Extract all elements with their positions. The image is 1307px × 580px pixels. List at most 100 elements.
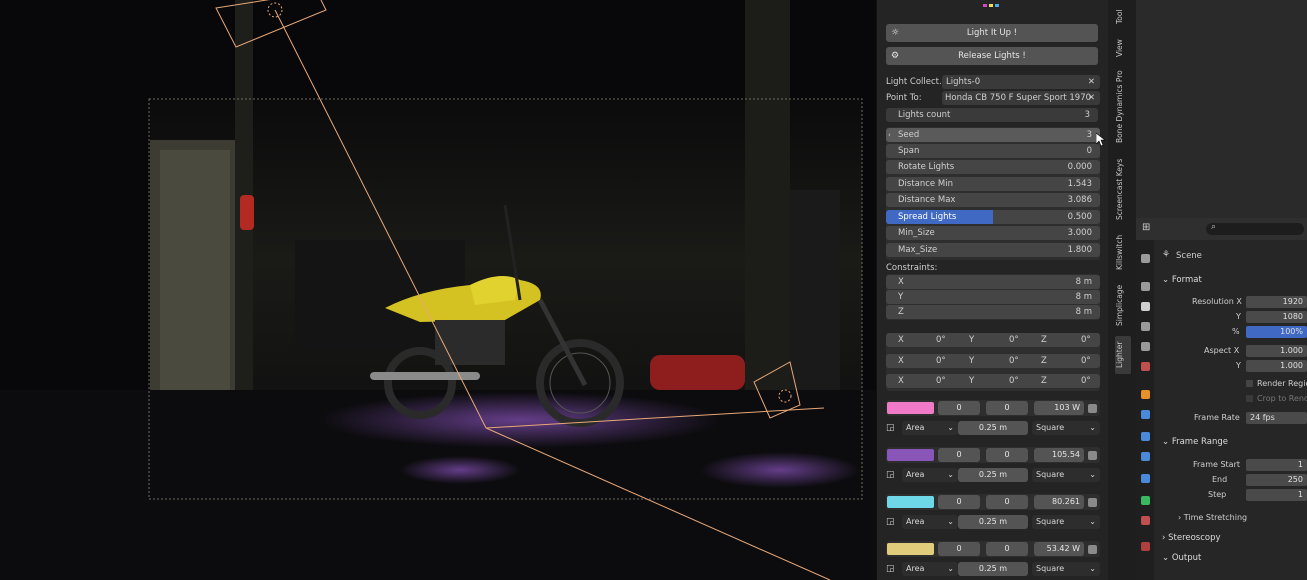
- crop-to-render-checkbox[interactable]: [1246, 395, 1253, 402]
- tab-tool[interactable]: Tool: [1115, 4, 1131, 30]
- rotation-row[interactable]: X 0° Y 0° Z 0°: [886, 374, 1100, 388]
- light-value-b[interactable]: 0: [986, 401, 1028, 415]
- lights-count-field[interactable]: Lights count 3: [886, 108, 1098, 122]
- monitor-icon[interactable]: [1088, 451, 1097, 460]
- light-shape-dropdown[interactable]: Square ⌄: [1032, 421, 1100, 435]
- light-size[interactable]: 0.25 m: [958, 468, 1028, 482]
- tab-screencast-keys[interactable]: Screencast Keys: [1115, 154, 1131, 224]
- span-field[interactable]: Span 0: [886, 144, 1100, 158]
- view-layer-icon[interactable]: [1141, 322, 1150, 331]
- render-region-label: Render Region: [1257, 379, 1307, 388]
- light-type-dropdown[interactable]: Area ⌄: [902, 468, 958, 482]
- light-shape-dropdown[interactable]: Square ⌄: [1032, 468, 1100, 482]
- light-value-a[interactable]: 0: [938, 448, 980, 462]
- object-icon[interactable]: [1141, 390, 1150, 399]
- light-type-dropdown[interactable]: Area ⌄: [902, 421, 958, 435]
- resolution-y-field[interactable]: 1080: [1246, 311, 1307, 323]
- light-value-b[interactable]: 0: [986, 542, 1028, 556]
- format-panel-header[interactable]: ⌄ Format: [1162, 275, 1202, 285]
- frame-end-field[interactable]: 250: [1246, 474, 1307, 486]
- distance-max-field[interactable]: Distance Max 3.086: [886, 193, 1100, 207]
- output-icon[interactable]: [1141, 302, 1150, 311]
- light-value-b[interactable]: 0: [986, 448, 1028, 462]
- world-icon[interactable]: [1141, 362, 1150, 371]
- rotation-row[interactable]: X 0° Y 0° Z 0°: [886, 354, 1100, 368]
- light-type-dropdown[interactable]: Area ⌄: [902, 562, 958, 576]
- seed-field[interactable]: ‹ Seed 3: [886, 128, 1100, 142]
- frame-range-panel-header[interactable]: ⌄ Frame Range: [1162, 437, 1228, 447]
- light-value-a[interactable]: 0: [938, 495, 980, 509]
- clear-icon[interactable]: ✕: [1088, 75, 1095, 89]
- monitor-icon[interactable]: [1088, 404, 1097, 413]
- particles-icon[interactable]: [1141, 432, 1150, 441]
- frame-start-field[interactable]: 1: [1246, 459, 1307, 471]
- light-power[interactable]: 53.42 W: [1034, 542, 1084, 556]
- resolution-x-field[interactable]: 1920: [1246, 296, 1307, 308]
- aspect-y-field[interactable]: 1.000: [1246, 360, 1307, 372]
- tab-simplicage[interactable]: Simplicage: [1115, 280, 1131, 330]
- light-power[interactable]: 105.54: [1034, 448, 1084, 462]
- constraint-z-field[interactable]: Z 8 m: [886, 305, 1100, 319]
- light-it-up-button[interactable]: ☼ Light It Up !: [886, 24, 1098, 42]
- material-icon[interactable]: [1141, 516, 1150, 525]
- light-color-swatch[interactable]: [887, 496, 934, 508]
- modifier-icon[interactable]: [1141, 410, 1150, 419]
- constraint-x-field[interactable]: X 8 m: [886, 275, 1100, 289]
- rotation-row[interactable]: X 0° Y 0° Z 0°: [886, 333, 1100, 347]
- light-value-a[interactable]: 0: [938, 401, 980, 415]
- light-shape: Square: [1036, 423, 1065, 432]
- chevron-left-icon[interactable]: ‹: [888, 128, 891, 142]
- tab-lighter[interactable]: Lighter: [1115, 336, 1131, 374]
- light-color-swatch[interactable]: [887, 402, 934, 414]
- frame-rate-dropdown[interactable]: 24 fps: [1246, 412, 1307, 424]
- output-panel-header[interactable]: ⌄ Output: [1162, 553, 1201, 563]
- chevron-down-icon: ⌄: [1089, 517, 1096, 526]
- light-value-a[interactable]: 0: [938, 542, 980, 556]
- light-collection-field[interactable]: Lights-0 ✕: [942, 75, 1100, 89]
- light-size[interactable]: 0.25 m: [958, 515, 1028, 529]
- light-shape-dropdown[interactable]: Square ⌄: [1032, 562, 1100, 576]
- light-type-dropdown[interactable]: Area ⌄: [902, 515, 958, 529]
- light-shape-dropdown[interactable]: Square ⌄: [1032, 515, 1100, 529]
- tab-bone-dynamics-pro[interactable]: Bone Dynamics Pro: [1115, 66, 1131, 148]
- max-size-field[interactable]: Max_Size 1.800: [886, 243, 1100, 257]
- light-color-swatch[interactable]: [887, 543, 934, 555]
- monitor-icon[interactable]: [1088, 545, 1097, 554]
- light-value-b[interactable]: 0: [986, 495, 1028, 509]
- aspect-y-label: Y: [1236, 361, 1241, 370]
- tool-icon[interactable]: [1141, 254, 1150, 263]
- light-size[interactable]: 0.25 m: [958, 562, 1028, 576]
- scene-icon[interactable]: [1141, 342, 1150, 351]
- search-input[interactable]: ⌕: [1206, 222, 1304, 235]
- editor-type-icon[interactable]: ⊞: [1142, 222, 1150, 233]
- min-size-field[interactable]: Min_Size 3.000: [886, 226, 1100, 240]
- aspect-x-field[interactable]: 1.000: [1246, 345, 1307, 357]
- 3d-viewport[interactable]: [0, 0, 876, 580]
- light-collection-value: Lights-0: [946, 77, 981, 87]
- data-icon[interactable]: [1141, 496, 1150, 505]
- light-size[interactable]: 0.25 m: [958, 421, 1028, 435]
- physics-icon[interactable]: [1141, 452, 1150, 461]
- time-stretching-panel-header[interactable]: › Time Stretching: [1178, 513, 1247, 522]
- light-power[interactable]: 103 W: [1034, 401, 1084, 415]
- light-color-swatch[interactable]: [887, 449, 934, 461]
- point-to-field[interactable]: Honda CB 750 F Super Sport 1970 ✕: [942, 91, 1100, 105]
- light-power[interactable]: 80.261: [1034, 495, 1084, 509]
- release-lights-button[interactable]: ⚙ Release Lights !: [886, 47, 1098, 65]
- render-icon[interactable]: [1141, 282, 1150, 291]
- rotate-lights-field[interactable]: Rotate Lights 0.000: [886, 160, 1100, 174]
- light-type-icon: ◲: [886, 423, 895, 433]
- distance-min-field[interactable]: Distance Min 1.543: [886, 177, 1100, 191]
- stereoscopy-panel-header[interactable]: › Stereoscopy: [1162, 533, 1221, 543]
- resolution-percent-field[interactable]: 100%: [1246, 326, 1307, 338]
- tab-killswitch[interactable]: Killswitch: [1115, 230, 1131, 274]
- frame-step-field[interactable]: 1: [1246, 489, 1307, 501]
- tab-view[interactable]: View: [1115, 36, 1131, 60]
- monitor-icon[interactable]: [1088, 498, 1097, 507]
- render-region-checkbox[interactable]: [1246, 380, 1253, 387]
- constraint-y-field[interactable]: Y 8 m: [886, 290, 1100, 304]
- texture-icon[interactable]: [1141, 542, 1150, 551]
- constraints-icon[interactable]: [1141, 474, 1150, 483]
- clear-icon[interactable]: ✕: [1088, 91, 1095, 105]
- spread-lights-field[interactable]: Spread Lights 0.500: [886, 210, 1100, 224]
